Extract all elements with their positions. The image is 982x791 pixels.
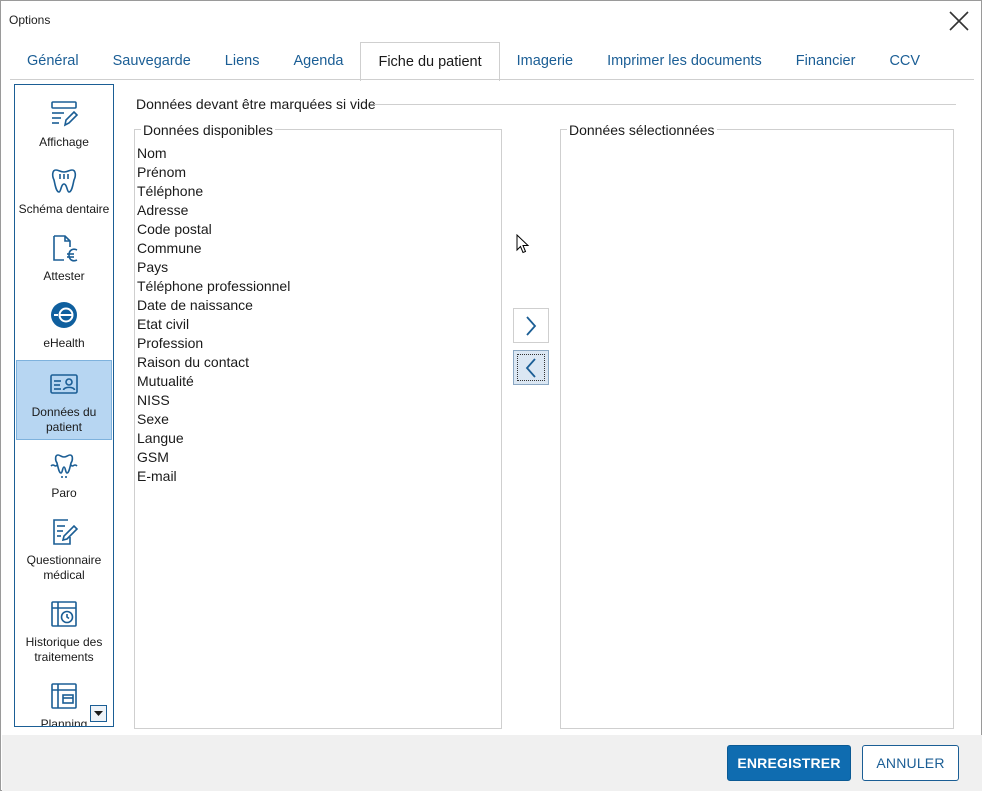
close-button[interactable] bbox=[945, 7, 973, 35]
list-item[interactable]: Prénom bbox=[137, 163, 290, 182]
list-item[interactable]: Profession bbox=[137, 334, 290, 353]
list-item[interactable]: Raison du contact bbox=[137, 353, 290, 372]
window-title: Options bbox=[9, 13, 51, 27]
sidebar-item-label: Données du patient bbox=[31, 405, 97, 434]
tab-imprimer-les-documents[interactable]: Imprimer les documents bbox=[590, 42, 779, 80]
ehealth-icon bbox=[49, 300, 79, 330]
sidebar-item-schema-dentaire[interactable]: Schéma dentaire bbox=[16, 158, 112, 222]
tab-liens[interactable]: Liens bbox=[208, 42, 277, 80]
list-item[interactable]: GSM bbox=[137, 448, 290, 467]
list-item[interactable]: Téléphone professionnel bbox=[137, 277, 290, 296]
sidebar-item-attester[interactable]: Attester bbox=[16, 225, 112, 289]
sidebar-item-historique-des-traitements[interactable]: Historique des traitements bbox=[16, 591, 112, 671]
tab-financier[interactable]: Financier bbox=[779, 42, 873, 80]
caret-down-icon bbox=[94, 710, 103, 716]
tab-bar: Général Sauvegarde Liens Agenda Fiche du… bbox=[10, 41, 937, 81]
sidebar-item-questionnaire-medical[interactable]: Questionnaire médical bbox=[16, 509, 112, 589]
remove-selected-button[interactable] bbox=[513, 350, 549, 385]
tab-general[interactable]: Général bbox=[10, 42, 96, 80]
list-item[interactable]: Mutualité bbox=[137, 372, 290, 391]
focus-rectangle bbox=[517, 354, 545, 381]
questionnaire-icon bbox=[49, 517, 79, 547]
list-item[interactable]: Langue bbox=[137, 429, 290, 448]
calendar-icon bbox=[49, 681, 79, 711]
sidebar-item-donnees-du-patient[interactable]: Données du patient bbox=[16, 360, 112, 440]
section-title: Données devant être marquées si vide bbox=[136, 96, 382, 112]
display-settings-icon bbox=[49, 99, 79, 129]
sidebar-item-label: Planning bbox=[40, 717, 88, 727]
patient-card-icon bbox=[49, 369, 79, 399]
title-bar: Options bbox=[1, 1, 981, 39]
treatment-history-icon bbox=[49, 599, 79, 629]
dialog-footer: ENREGISTRER ANNULER bbox=[2, 735, 982, 791]
selected-data-list[interactable]: Données sélectionnées bbox=[560, 122, 954, 729]
tab-fiche-du-patient[interactable]: Fiche du patient bbox=[360, 42, 500, 81]
gum-tooth-icon bbox=[49, 450, 79, 480]
section-divider bbox=[374, 104, 956, 105]
sidebar-item-ehealth[interactable]: eHealth bbox=[16, 292, 112, 356]
tab-divider bbox=[10, 79, 974, 80]
list-item[interactable]: Téléphone bbox=[137, 182, 290, 201]
tab-imagerie[interactable]: Imagerie bbox=[500, 42, 590, 80]
sidebar-item-label: Attester bbox=[43, 269, 85, 283]
close-icon bbox=[949, 11, 969, 31]
euro-document-icon bbox=[49, 233, 79, 263]
tab-agenda[interactable]: Agenda bbox=[276, 42, 360, 80]
list-item[interactable]: Nom bbox=[137, 144, 290, 163]
list-item[interactable]: Date de naissance bbox=[137, 296, 290, 315]
list-item[interactable]: NISS bbox=[137, 391, 290, 410]
sidebar-item-paro[interactable]: Paro bbox=[16, 442, 112, 506]
sidebar-item-label: Paro bbox=[51, 486, 77, 500]
selected-data-legend: Données sélectionnées bbox=[567, 122, 717, 138]
tab-sauvegarde[interactable]: Sauvegarde bbox=[96, 42, 208, 80]
list-item[interactable]: Code postal bbox=[137, 220, 290, 239]
sidebar-item-label: Questionnaire médical bbox=[26, 553, 102, 582]
save-button[interactable]: ENREGISTRER bbox=[727, 745, 851, 781]
mouse-cursor-icon bbox=[516, 234, 530, 254]
sidebar-item-label: Affichage bbox=[39, 135, 89, 149]
sidebar-item-label: eHealth bbox=[43, 336, 85, 350]
list-item[interactable]: E-mail bbox=[137, 467, 290, 486]
list-item[interactable]: Sexe bbox=[137, 410, 290, 429]
sidebar-item-affichage[interactable]: Affichage bbox=[16, 91, 112, 155]
available-data-legend: Données disponibles bbox=[141, 122, 275, 138]
add-selected-button[interactable] bbox=[513, 308, 549, 343]
chevron-right-icon bbox=[526, 315, 537, 336]
sidebar-item-label: Schéma dentaire bbox=[18, 202, 110, 216]
tooth-icon bbox=[49, 166, 79, 196]
options-dialog: Options Général Sauvegarde Liens Agenda … bbox=[0, 0, 982, 791]
sidebar-item-label: Historique des traitements bbox=[25, 635, 103, 664]
available-data-list[interactable]: Données disponibles Nom Prénom Téléphone… bbox=[134, 122, 502, 729]
cancel-button[interactable]: ANNULER bbox=[862, 745, 959, 781]
list-item[interactable]: Pays bbox=[137, 258, 290, 277]
available-data-items: Nom Prénom Téléphone Adresse Code postal… bbox=[137, 144, 290, 486]
list-item[interactable]: Etat civil bbox=[137, 315, 290, 334]
tab-ccv[interactable]: CCV bbox=[872, 42, 937, 80]
list-item[interactable]: Commune bbox=[137, 239, 290, 258]
list-item[interactable]: Adresse bbox=[137, 201, 290, 220]
sidebar: Affichage Schéma dentaire Attester eHeal… bbox=[14, 84, 114, 727]
sidebar-scroll-down-button[interactable] bbox=[90, 705, 107, 722]
